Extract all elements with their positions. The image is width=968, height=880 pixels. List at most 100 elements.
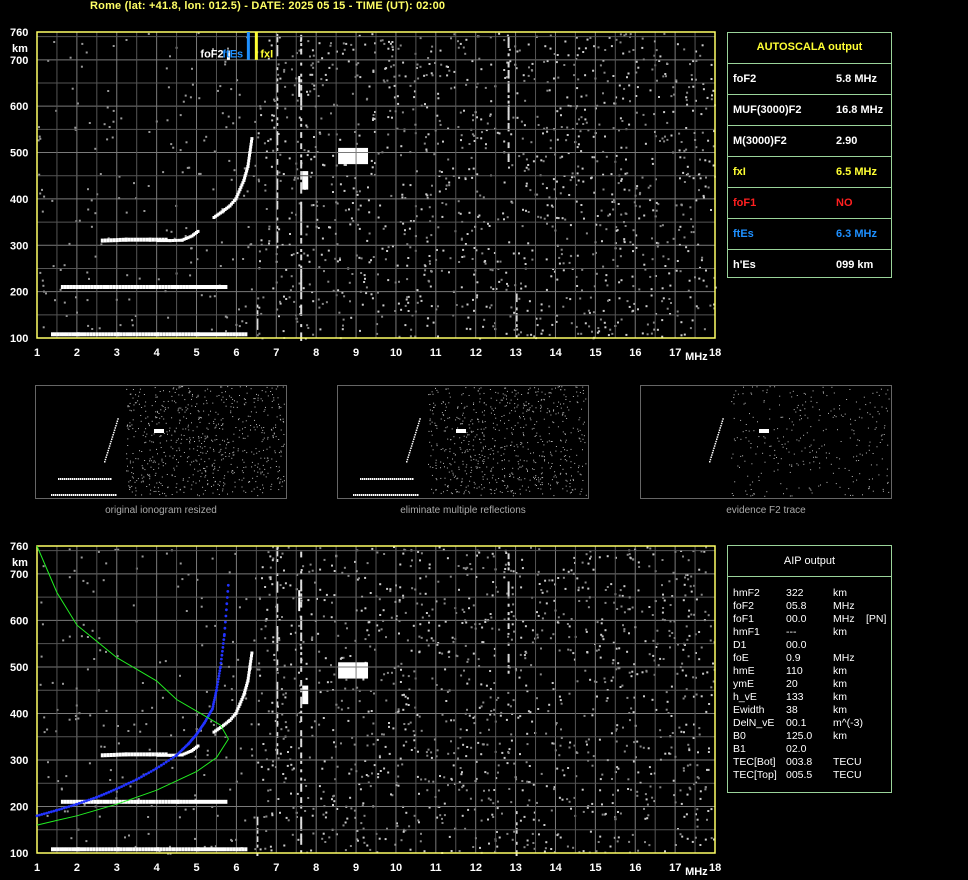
thumb-dot [550,453,552,455]
thumb-dot [195,406,196,407]
noise-dot [486,556,489,559]
thumb-dot [73,494,75,496]
noise-dot [332,804,334,806]
noise-dot [559,107,562,110]
thumb-dot [278,452,280,454]
noise-dot [489,613,492,615]
noise-dot [480,705,483,708]
noise-dot [166,119,169,122]
noise-dot [441,822,444,824]
thumb-dot [160,435,162,436]
noise-dot [141,555,144,558]
noise-dot [384,745,387,748]
noise-dot [41,279,44,282]
noise-dot [51,199,54,202]
noise-dot [670,302,672,304]
noise-dot [389,109,392,112]
noise-dot [527,74,530,77]
thumb-dot [222,396,224,398]
echo-dot-Es_first [62,847,66,852]
noise-dot [232,640,234,643]
echo-dot-Es_first [205,332,209,337]
noise-dot [577,135,580,138]
profile-point [65,805,68,809]
noise-dot [705,269,707,272]
noise-dot [516,92,519,95]
echo-dot-Es_third [164,237,168,242]
noise-dot [627,72,630,75]
noise-dot [569,224,572,227]
echo-dot-F2_trace [248,662,252,666]
noise-dot [651,162,654,165]
noise-dot [564,40,567,43]
noise-dot [510,739,513,742]
echo-dot-Es_second [203,285,207,289]
thumb-dot [243,477,245,479]
thumb-dot [282,481,284,483]
noise-dot [40,601,43,604]
noise-dot [362,802,365,805]
noise-dot [579,297,582,300]
noise-dot [279,584,282,587]
noise-dot [513,630,515,633]
noise-dot [405,298,408,301]
thumb-dot [193,448,195,450]
thumb-dot [163,418,165,420]
thumb-dot [204,446,206,448]
thumb-dot [139,450,140,452]
noise-dot [117,725,119,727]
thumb-dot [521,442,523,444]
profile-point [213,698,216,702]
noise-dot [592,708,595,711]
thumb-dot [132,397,134,399]
interference-dot [300,579,303,583]
noise-dot [553,77,555,80]
echo-dot-Es_first [153,847,157,852]
thumb-dot [200,451,202,453]
noise-dot [357,123,360,126]
noise-dot [398,74,401,77]
thumb-dot [482,446,484,448]
noise-dot [585,553,588,556]
noise-dot [264,847,267,850]
thumb-dot [517,392,519,394]
noise-dot [469,563,472,565]
noise-dot [542,160,545,163]
noise-dot [182,100,185,103]
noise-dot [490,63,493,66]
thumb-dot [271,387,273,389]
noise-dot [217,89,219,92]
thumb-dot [219,481,221,483]
thumb-dot [431,488,433,490]
noise-dot [553,788,555,791]
thumb-dot [471,419,473,421]
interference-dot [300,257,303,261]
thumb-dot [145,428,147,430]
echo-dot-Es_third [142,237,146,242]
noise-dot [190,247,193,250]
noise-dot [397,302,400,305]
noise-dot [332,176,335,178]
noise-dot [705,710,708,713]
noise-dot [330,42,332,45]
thumb-dot [246,386,247,388]
thumb-dot [267,395,269,397]
noise-dot [493,789,496,791]
noise-dot [306,254,309,257]
noise-dot [343,566,346,569]
noise-dot [364,607,367,610]
noise-dot [491,627,494,630]
noise-dot [551,742,554,745]
noise-dot [710,686,713,689]
noise-dot [426,754,429,757]
thumb-dot [217,483,219,485]
interference-dot [300,187,303,191]
noise-dot [587,606,590,609]
noise-dot [372,743,375,746]
noise-dot [447,158,450,161]
noise-dot [696,818,699,821]
echo-dot-Es_second [87,285,91,289]
noise-dot [250,748,253,751]
noise-dot [672,86,675,89]
noise-dot [253,816,256,819]
